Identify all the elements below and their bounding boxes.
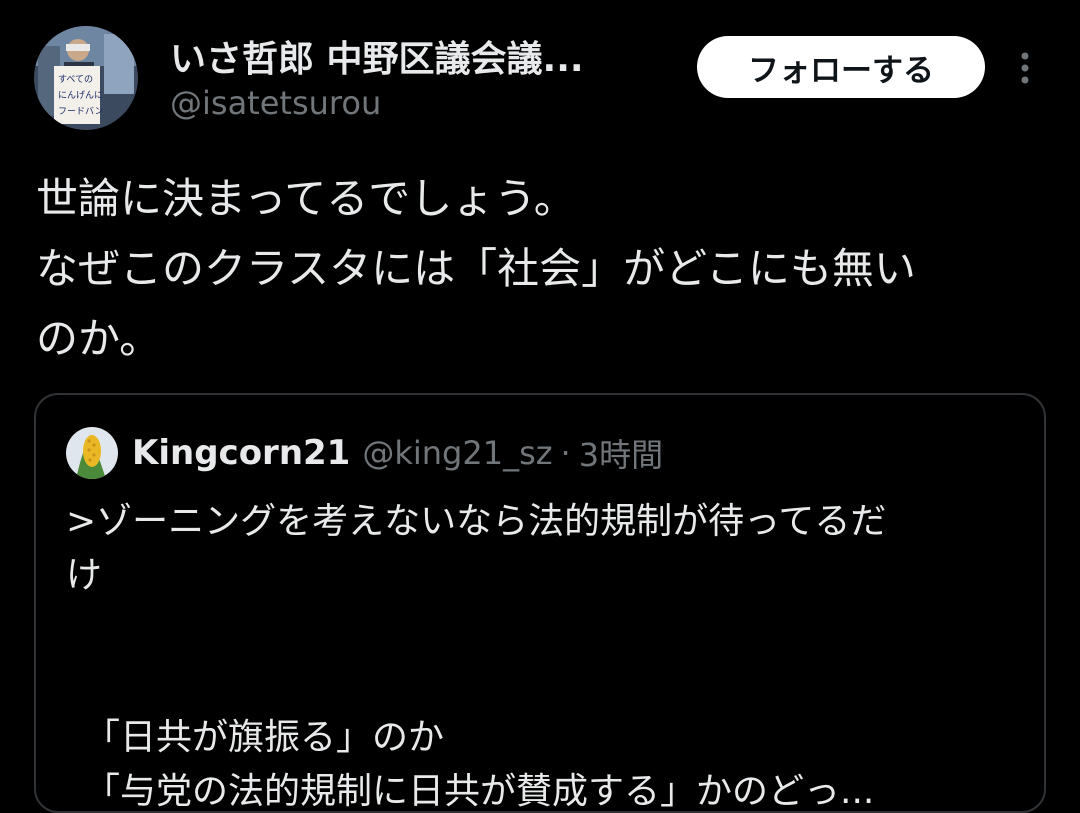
quoted-author-handle[interactable]: @king21_sz [362,434,552,472]
author-handle[interactable]: @isatetsurou [170,84,381,122]
avatar-sign-line-3: フードバン [58,106,103,117]
quoted-author-name[interactable]: Kingcorn21 [132,433,350,473]
separator-dot: · [560,434,571,472]
tweet-line: のか。 [36,314,162,363]
tweet-line: 世論に決まってるでしょう。 [36,174,576,223]
quoted-author-avatar[interactable] [66,427,118,479]
quoted-tweet-text: >ゾーニングを考えないなら法的規制が待ってるだ け 「日共が旗振る」のか 「与党… [66,495,1026,812]
quoted-timestamp[interactable]: 3時間 [579,430,663,476]
follow-button[interactable]: フォローする [697,36,985,98]
quoted-tweet-header: Kingcorn21 @king21_sz · 3時間 [66,425,663,481]
author-avatar[interactable]: すべての にんげんに フードバン [34,26,138,130]
quoted-line: 「日共が旗振る」のか [84,717,445,758]
quoted-blank-line [66,603,1026,657]
follow-button-label: フォローする [748,52,934,89]
tweet-line: なぜこのクラスタには「社会」がどこにも無い [36,244,916,293]
quoted-line: け [66,555,103,596]
corn-avatar-icon [66,427,118,479]
quoted-tweet-card[interactable]: Kingcorn21 @king21_sz · 3時間 >ゾーニングを考えないな… [34,393,1046,813]
author-name[interactable]: いさ哲郎 中野区議会議... [170,30,584,82]
quoted-line: >ゾーニングを考えないなら法的規制が待ってるだ [66,501,887,542]
quoted-line: 「与党の法的規制に日共が賛成する」かのどっ... [84,771,875,812]
more-vertical-icon[interactable] [1010,44,1040,92]
quoted-blank-line [66,657,1026,711]
avatar-sign-line-1: すべての [58,74,93,85]
tweet-header: すべての にんげんに フードバン いさ哲郎 中野区議会議... @isatets… [0,0,1080,140]
profile-photo-avatar-icon: すべての にんげんに フードバン [34,26,138,130]
tweet-text: 世論に決まってるでしょう。 なぜこのクラスタには「社会」がどこにも無い のか。 [36,164,1046,374]
avatar-sign-line-2: にんげんに [58,90,103,101]
